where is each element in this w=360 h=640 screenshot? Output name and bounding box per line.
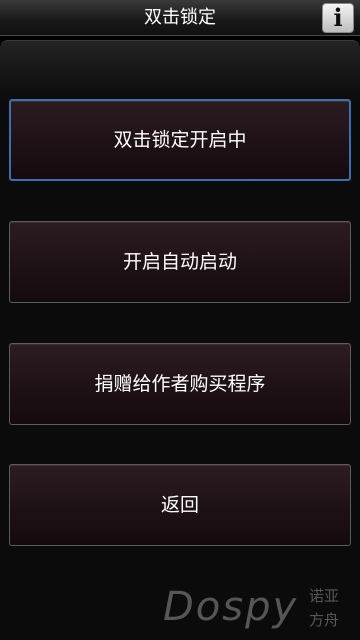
title-bar: 双击锁定 i xyxy=(0,0,360,36)
info-icon: i xyxy=(333,3,343,32)
double-tap-lock-toggle-button[interactable]: 双击锁定开启中 xyxy=(9,99,351,181)
content-panel: 双击锁定开启中 开启自动启动 捐赠给作者购买程序 返回 xyxy=(0,40,360,640)
info-button[interactable]: i xyxy=(322,3,354,33)
back-button[interactable]: 返回 xyxy=(9,464,351,546)
donate-button[interactable]: 捐赠给作者购买程序 xyxy=(9,343,351,425)
double-tap-lock-toggle-label: 双击锁定开启中 xyxy=(113,129,247,151)
dospy-watermark-logo: Dospy 诺亚 方舟 xyxy=(163,584,359,636)
donate-label: 捐赠给作者购买程序 xyxy=(94,373,266,395)
auto-start-button[interactable]: 开启自动启动 xyxy=(9,221,351,303)
app-screen: 双击锁定 i 双击锁定开启中 开启自动启动 捐赠给作者购买程序 返回 Dospy… xyxy=(0,0,360,640)
watermark-sub-line-2: 方舟 xyxy=(309,611,340,629)
page-title: 双击锁定 xyxy=(144,7,216,28)
dospy-logo-text: Dospy xyxy=(163,584,299,630)
auto-start-label: 开启自动启动 xyxy=(122,251,237,273)
back-label: 返回 xyxy=(160,494,199,516)
watermark-sub-line-1: 诺亚 xyxy=(309,587,340,605)
